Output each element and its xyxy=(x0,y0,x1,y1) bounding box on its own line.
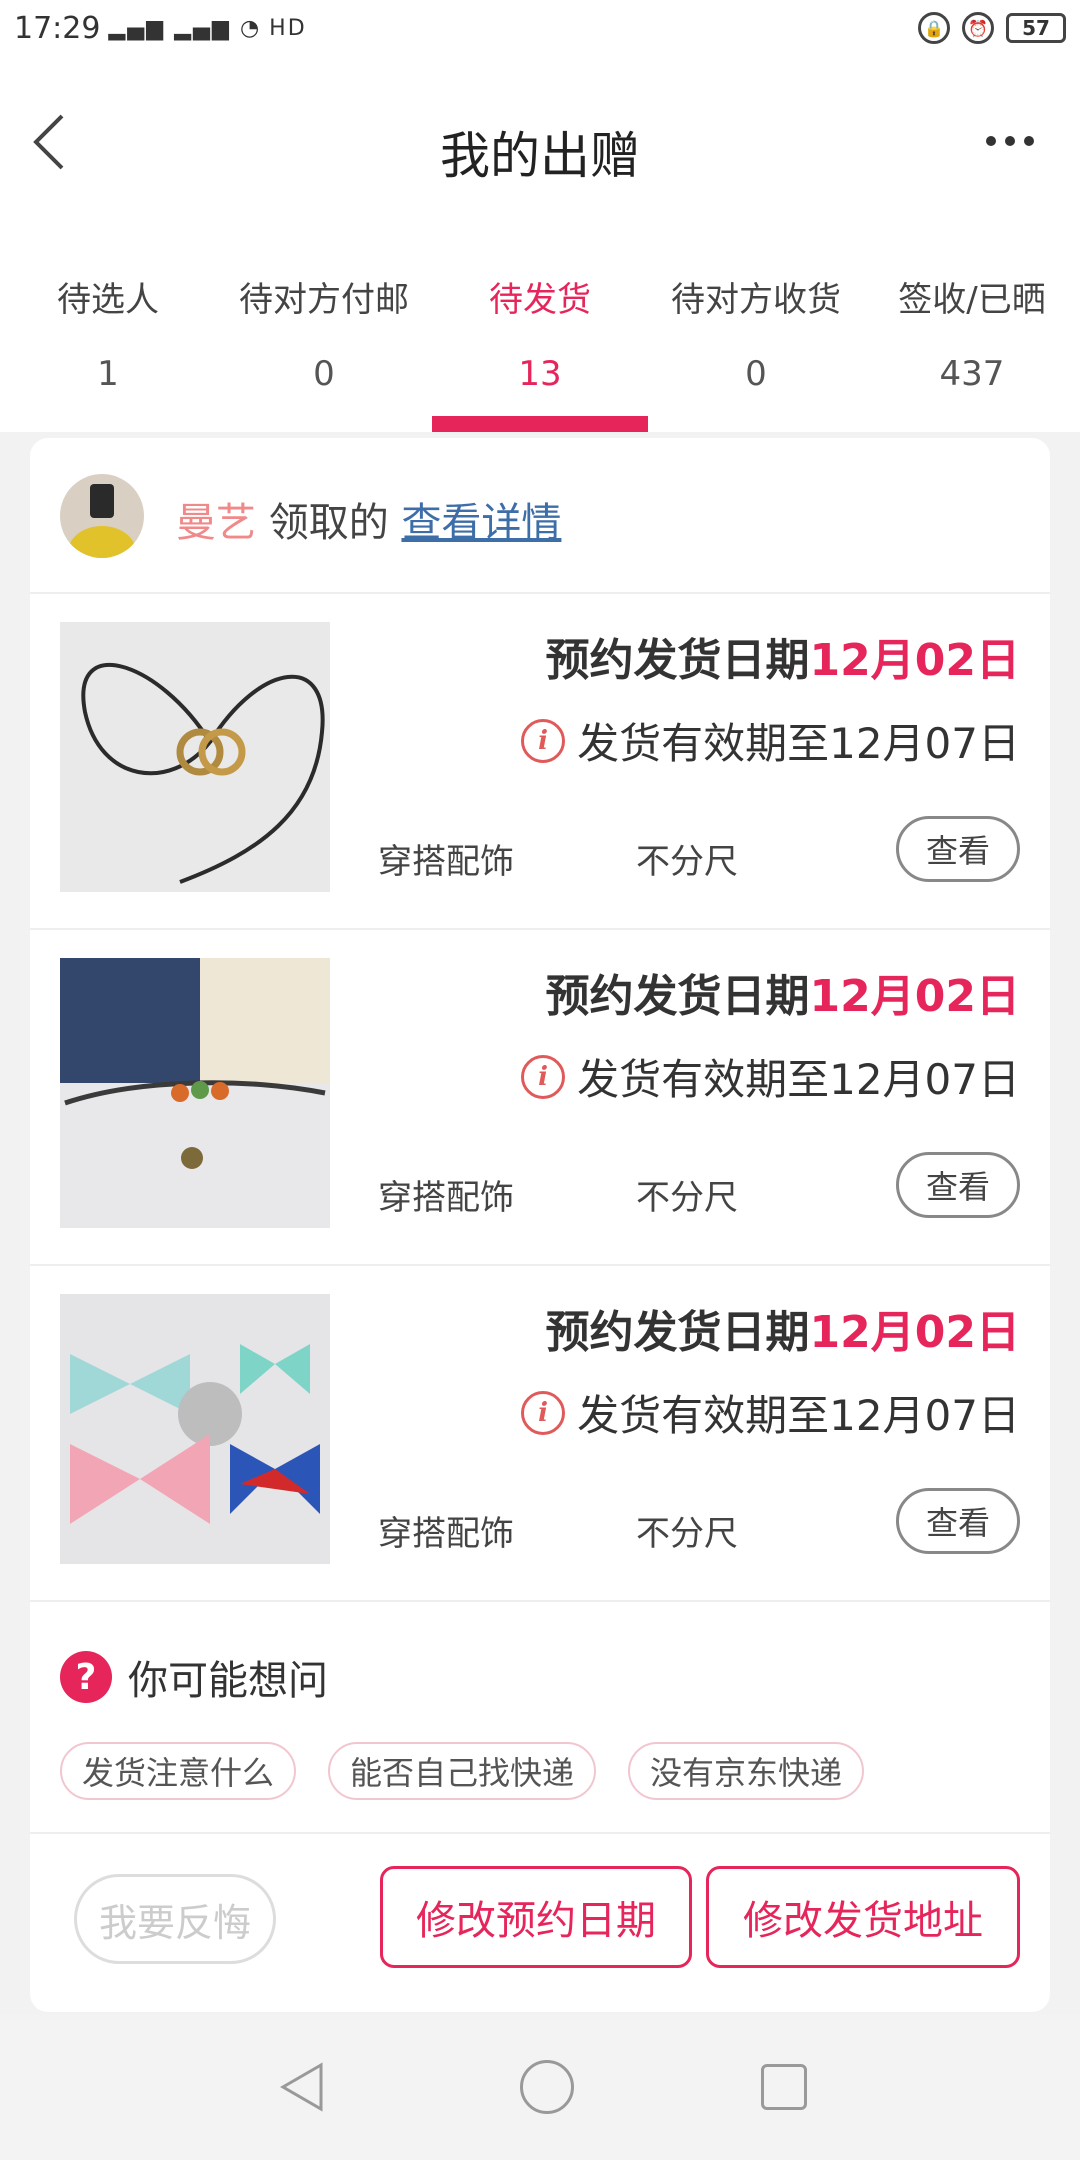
schedule-label: 预约发货日期 xyxy=(545,1307,810,1358)
avatar[interactable] xyxy=(60,474,144,558)
tab-count: 0 xyxy=(745,354,767,394)
tab-label: 签收/已晒 xyxy=(898,280,1046,320)
claimed-label: 领取的 xyxy=(268,500,389,546)
tab-active-indicator xyxy=(432,416,648,432)
validity-text: 发货有效期至12月07日 xyxy=(577,1391,1020,1440)
tab-pending-ship[interactable]: 待发货 13 xyxy=(432,236,648,432)
question-icon: ? xyxy=(60,1651,112,1703)
list-item[interactable]: 预约发货日期12月02日 i 发货有效期至12月07日 穿搭配饰 不分尺 查看 xyxy=(30,1266,1050,1602)
faq-header: ? 你可能想问 xyxy=(60,1648,328,1706)
status-bar: 17:29 ▂▄▆ ▂▄▆ ◔ HD 🔒 ⏰ 57 xyxy=(0,0,1080,56)
schedule-date-value: 12月02日 xyxy=(809,1307,1020,1358)
list-item[interactable]: 预约发货日期12月02日 i 发货有效期至12月07日 穿搭配饰 不分尺 查看 xyxy=(30,930,1050,1266)
schedule-date: 预约发货日期12月02日 xyxy=(546,960,1020,1024)
validity: i 发货有效期至12月07日 xyxy=(521,710,1020,771)
tab-label: 待选人 xyxy=(57,280,159,320)
tab-count: 13 xyxy=(518,354,562,394)
validity: i 发货有效期至12月07日 xyxy=(521,1382,1020,1443)
item-category: 穿搭配饰 xyxy=(378,1514,514,1554)
regret-button[interactable]: 我要反悔 xyxy=(74,1874,276,1964)
battery-icon: 57 xyxy=(1006,13,1066,43)
header: 我的出赠 xyxy=(0,56,1080,236)
product-image-bracelet[interactable] xyxy=(60,958,330,1228)
product-image-necklace[interactable] xyxy=(60,622,330,892)
schedule-label: 预约发货日期 xyxy=(545,635,810,686)
tab-label: 待发货 xyxy=(489,280,591,320)
item-size: 不分尺 xyxy=(636,1514,738,1554)
tab-label: 待对方付邮 xyxy=(239,280,409,320)
faq-chip[interactable]: 能否自己找快递 xyxy=(328,1742,597,1800)
change-date-button[interactable]: 修改预约日期 xyxy=(380,1866,692,1968)
faq-chips: 发货注意什么 能否自己找快递 没有京东快递 xyxy=(60,1742,865,1800)
lock-icon: 🔒 xyxy=(918,12,950,44)
validity-text: 发货有效期至12月07日 xyxy=(577,1055,1020,1104)
validity: i 发货有效期至12月07日 xyxy=(521,1046,1020,1107)
item-category: 穿搭配饰 xyxy=(378,842,514,882)
nav-back-icon[interactable] xyxy=(273,2057,333,2117)
faq-section: ? 你可能想问 发货注意什么 能否自己找快递 没有京东快递 xyxy=(30,1602,1050,1834)
more-icon[interactable] xyxy=(986,136,1034,146)
schedule-label: 预约发货日期 xyxy=(545,971,810,1022)
tab-received[interactable]: 签收/已晒 437 xyxy=(864,236,1080,432)
tab-pending-receive[interactable]: 待对方收货 0 xyxy=(648,236,864,432)
info-icon: i xyxy=(521,718,566,763)
item-size: 不分尺 xyxy=(636,842,738,882)
status-left: 17:29 ▂▄▆ ▂▄▆ ◔ HD xyxy=(14,11,307,46)
faq-chip[interactable]: 没有京东快递 xyxy=(628,1742,865,1800)
system-nav-bar xyxy=(0,2014,1080,2160)
hd-icon: HD xyxy=(269,15,307,41)
validity-text: 发货有效期至12月07日 xyxy=(577,719,1020,768)
schedule-date-value: 12月02日 xyxy=(809,635,1020,686)
tab-label: 待对方收货 xyxy=(671,280,841,320)
status-right: 🔒 ⏰ 57 xyxy=(918,12,1066,44)
order-card: 曼艺 领取的 查看详情 预约发货日期12月02日 i 发货有效期至12月07日 … xyxy=(30,438,1050,2012)
tab-pending-select[interactable]: 待选人 1 xyxy=(0,236,216,432)
nav-recent-icon[interactable] xyxy=(760,2064,807,2110)
view-button[interactable]: 查看 xyxy=(896,816,1020,882)
schedule-date-value: 12月02日 xyxy=(809,971,1020,1022)
tab-count: 437 xyxy=(939,354,1005,394)
item-category: 穿搭配饰 xyxy=(378,1178,514,1218)
nav-home-icon[interactable] xyxy=(519,2060,574,2114)
tab-pending-postage[interactable]: 待对方付邮 0 xyxy=(216,236,432,432)
product-image-hair-bows[interactable] xyxy=(60,1294,330,1564)
item-size: 不分尺 xyxy=(636,1178,738,1218)
info-icon: i xyxy=(521,1390,566,1435)
schedule-date: 预约发货日期12月02日 xyxy=(546,624,1020,688)
recipient-name[interactable]: 曼艺 xyxy=(176,500,256,546)
view-details-link[interactable]: 查看详情 xyxy=(401,500,561,546)
status-tabs: 待选人 1 待对方付邮 0 待发货 13 待对方收货 0 签收/已晒 437 xyxy=(0,236,1080,432)
faq-title: 你可能想问 xyxy=(128,1658,328,1704)
tab-count: 1 xyxy=(97,354,119,394)
page-title: 我的出赠 xyxy=(440,127,640,185)
list-item[interactable]: 预约发货日期12月02日 i 发货有效期至12月07日 穿搭配饰 不分尺 查看 xyxy=(30,594,1050,930)
recipient-row: 曼艺 领取的 查看详情 xyxy=(30,438,1050,594)
faq-chip[interactable]: 发货注意什么 xyxy=(60,1742,297,1800)
change-address-button[interactable]: 修改发货地址 xyxy=(706,1866,1020,1968)
alarm-icon: ⏰ xyxy=(962,12,994,44)
schedule-date: 预约发货日期12月02日 xyxy=(546,1296,1020,1360)
info-icon: i xyxy=(521,1054,566,1099)
status-time: 17:29 xyxy=(14,10,101,46)
view-button[interactable]: 查看 xyxy=(896,1488,1020,1554)
view-button[interactable]: 查看 xyxy=(896,1152,1020,1218)
tab-count: 0 xyxy=(313,354,335,394)
signal-icon: ▂▄▆ ▂▄▆ ◔ xyxy=(108,15,262,41)
action-bar: 我要反悔 修改预约日期 修改发货地址 xyxy=(30,1834,1050,2000)
recipient-text: 曼艺 领取的 查看详情 xyxy=(176,490,561,548)
